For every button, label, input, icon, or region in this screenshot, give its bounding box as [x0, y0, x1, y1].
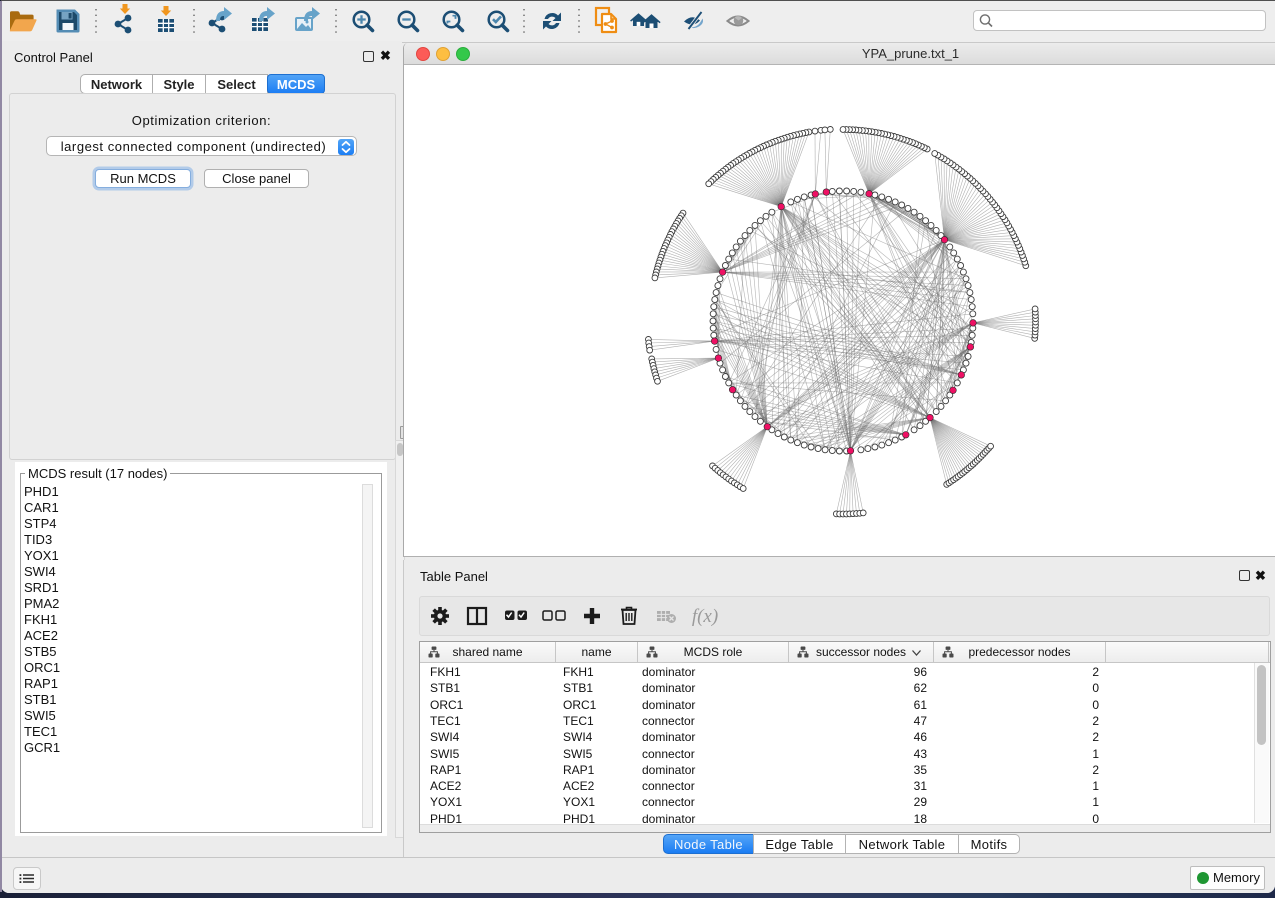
svg-text:f(x): f(x) — [692, 606, 718, 627]
